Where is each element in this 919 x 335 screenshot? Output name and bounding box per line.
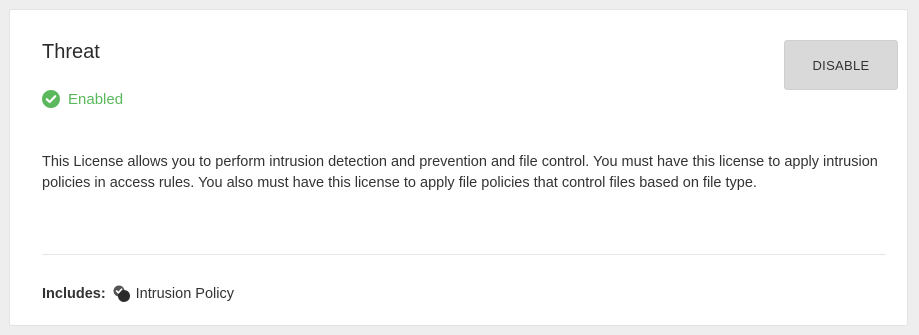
includes-item-label: Intrusion Policy [135, 286, 234, 302]
includes-row: Includes: Intrusion Policy [42, 284, 234, 304]
divider [42, 254, 886, 255]
disable-button[interactable]: DISABLE [784, 40, 898, 90]
intrusion-policy-icon [112, 284, 132, 304]
license-description: This License allows you to perform intru… [42, 154, 878, 191]
license-card: Threat Enabled DISABLE This License allo… [9, 9, 908, 326]
includes-label: Includes: [42, 286, 106, 302]
license-title: Threat [42, 41, 100, 63]
status-text: Enabled [68, 90, 124, 108]
check-circle-icon [42, 90, 60, 108]
license-status: Enabled [42, 90, 123, 108]
